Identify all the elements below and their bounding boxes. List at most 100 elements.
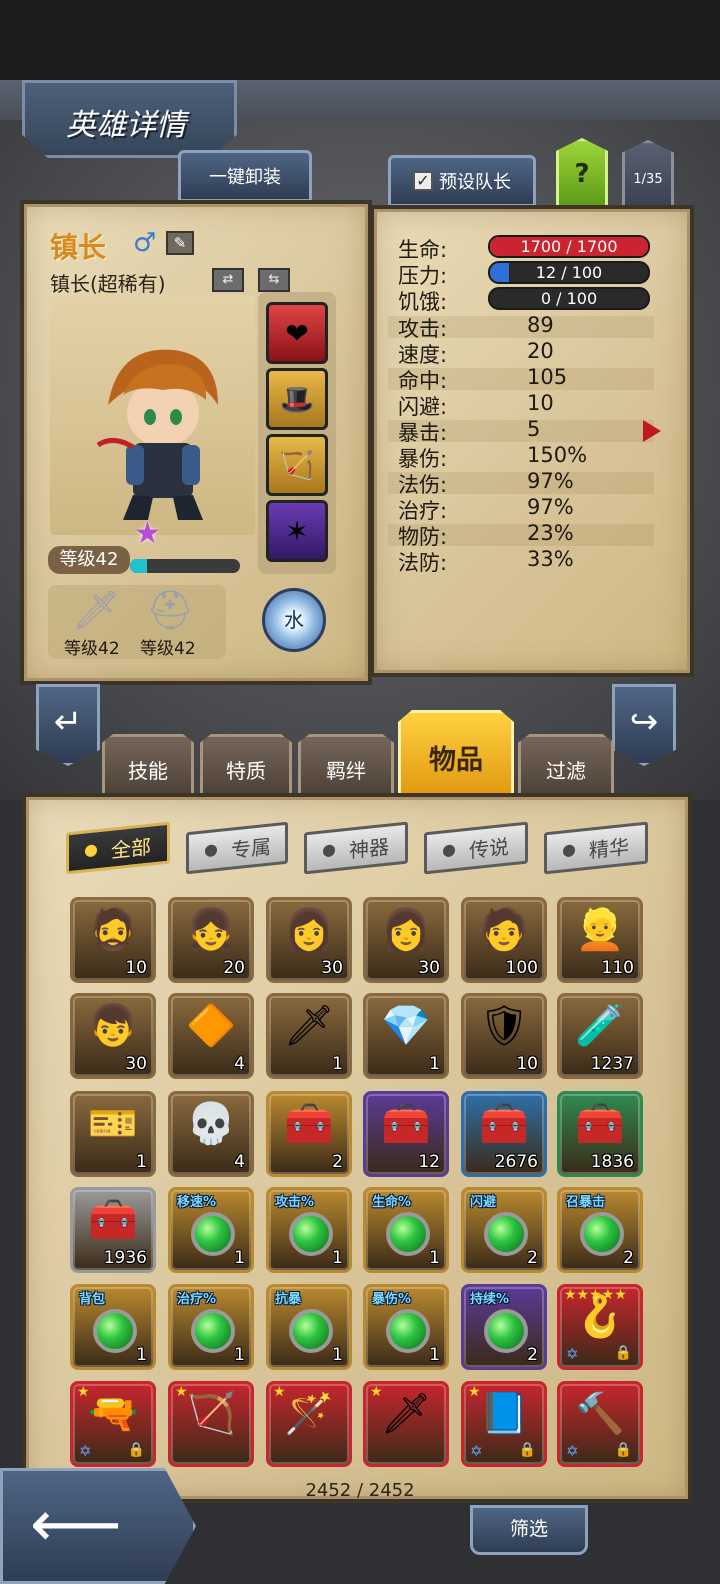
item-cell[interactable]: 🔨 🔒 ✡ <box>557 1381 643 1467</box>
item-tag: 召暴击 <box>566 1195 606 1210</box>
item-cell[interactable]: 🧪 1237 <box>557 993 643 1079</box>
green-gem-icon <box>289 1309 333 1353</box>
lock-icon: 🔒 <box>518 1442 536 1458</box>
item-cell[interactable]: 👩 30 <box>266 897 352 983</box>
item-icon: 🧰 <box>479 1101 529 1147</box>
item-count: 1 <box>234 1248 245 1268</box>
green-gem-icon <box>484 1309 528 1353</box>
tab-items[interactable]: 物品 <box>398 710 514 796</box>
filter-button[interactable]: 筛选 <box>470 1505 588 1555</box>
item-icon: 👧 <box>186 907 236 953</box>
item-cell[interactable]: 🛡 10 <box>461 993 547 1079</box>
item-cell[interactable]: 💎 1 <box>363 993 449 1079</box>
heart-icon: ❤ <box>285 316 309 350</box>
skill-slot-hat[interactable]: 🎩 <box>266 368 328 430</box>
item-cell[interactable]: 闪避 2 <box>461 1187 547 1273</box>
stat-accuracy-value: 105 <box>527 365 568 389</box>
item-cell[interactable]: 👱 110 <box>557 897 643 983</box>
stat-heal-label: 治疗: <box>398 499 448 523</box>
filter-essence-label: 精华 <box>589 834 629 863</box>
lock-icon: 🔒 <box>614 1442 632 1458</box>
item-count: 1 <box>234 1345 245 1365</box>
star-skill-icon: ✶ <box>285 514 309 548</box>
swap-icon[interactable]: ⇄ <box>212 268 244 292</box>
item-cell[interactable]: 🎫 1 <box>70 1091 156 1177</box>
item-cell[interactable]: 攻击% 1 <box>266 1187 352 1273</box>
item-cell[interactable]: 🧰 1836 <box>557 1091 643 1177</box>
item-cell[interactable]: 👩 30 <box>363 897 449 983</box>
next-page-arrow-icon[interactable] <box>643 420 661 442</box>
preset-captain-toggle[interactable]: ✓ 预设队长 <box>388 155 536 207</box>
checkbox-icon[interactable]: ✓ <box>413 171 433 191</box>
item-cell[interactable]: 👧 20 <box>168 897 254 983</box>
skill-slot-arrow[interactable]: 🏹 <box>266 434 328 496</box>
item-count: 4 <box>234 1152 245 1172</box>
prev-hero-button[interactable]: ↵ <box>36 684 100 766</box>
stat-crit-damage-label: 暴伤: <box>398 447 448 471</box>
next-hero-button[interactable]: ↪ <box>612 684 676 766</box>
item-cell[interactable]: 治疗% 1 <box>168 1284 254 1370</box>
filter-legendary-label: 传说 <box>469 834 509 863</box>
star-of-david-icon: ✡ <box>566 1345 579 1363</box>
hunger-label: 饥饿: <box>398 290 448 314</box>
item-icon: 🎫 <box>88 1101 138 1147</box>
hp-bar: 1700 / 1700 <box>488 235 650 258</box>
item-cell[interactable]: 🧰 12 <box>363 1091 449 1177</box>
skill-slot-star[interactable]: ✶ <box>266 500 328 562</box>
sword-icon[interactable]: 🗡 <box>72 588 120 633</box>
item-tag: 攻击% <box>275 1195 315 1210</box>
tab-skills[interactable]: 技能 <box>102 734 194 796</box>
hp-value: 1700 / 1700 <box>520 237 618 256</box>
skill-slot-heart[interactable]: ❤ <box>266 302 328 364</box>
item-cell[interactable]: 🗡 ★ <box>363 1381 449 1467</box>
stat-heal-value: 97% <box>527 495 574 519</box>
help-button[interactable]: ? <box>556 138 608 210</box>
item-cell[interactable]: 🧰 2 <box>266 1091 352 1177</box>
item-count: 30 <box>321 958 343 978</box>
item-count: 1936 <box>103 1248 147 1268</box>
helmet-icon[interactable]: ⛑ <box>146 588 194 633</box>
item-cell[interactable]: 🧰 1936 <box>70 1187 156 1273</box>
stat-crit-damage-value: 150% <box>527 443 588 467</box>
item-cell[interactable]: 🧔 10 <box>70 897 156 983</box>
item-cell[interactable]: 🧑 100 <box>461 897 547 983</box>
item-cell[interactable]: 🗡 1 <box>266 993 352 1079</box>
item-cell[interactable]: 🏹 ★ <box>168 1381 254 1467</box>
edit-name-icon[interactable]: ✎ <box>166 231 194 255</box>
item-cell[interactable]: 🔶 4 <box>168 993 254 1079</box>
item-cell[interactable]: 持续% 2 <box>461 1284 547 1370</box>
item-cell[interactable]: 🪄 ★ <box>266 1381 352 1467</box>
item-cell[interactable]: 生命% 1 <box>363 1187 449 1273</box>
item-cell[interactable]: 背包 1 <box>70 1284 156 1370</box>
radio-dot-icon <box>85 844 97 858</box>
item-cell[interactable]: 💀 4 <box>168 1091 254 1177</box>
item-count: 1 <box>429 1054 440 1074</box>
lock-icon: 🔒 <box>127 1442 145 1458</box>
item-cell[interactable]: 👦 30 <box>70 993 156 1079</box>
item-tag: 抗暴 <box>275 1292 302 1307</box>
stress-value: 12 / 100 <box>535 263 603 282</box>
item-cell[interactable]: 召暴击 2 <box>557 1187 643 1273</box>
item-cell[interactable]: 暴伤% 1 <box>363 1284 449 1370</box>
stat-attack-value: 89 <box>527 313 554 337</box>
rarity-stars: ★ <box>273 1384 286 1400</box>
item-cell[interactable]: 🔫 ★ 🔒 ✡ <box>70 1381 156 1467</box>
item-cell[interactable]: 🧰 2676 <box>461 1091 547 1177</box>
tab-filter[interactable]: 过滤 <box>518 734 614 796</box>
stat-speed-label: 速度: <box>398 343 448 367</box>
item-count: 2 <box>332 1152 343 1172</box>
tab-bonds[interactable]: 羁绊 <box>298 734 394 796</box>
item-cell[interactable]: 移速% 1 <box>168 1187 254 1273</box>
item-cell[interactable]: 📘 ★ 🔒 ✡ <box>461 1381 547 1467</box>
item-cell[interactable]: 抗暴 1 <box>266 1284 352 1370</box>
rarity-stars: ★ <box>77 1384 90 1400</box>
item-cell[interactable]: 🪝 ★★★★★ 🔒 ✡ <box>557 1284 643 1370</box>
item-count: 110 <box>601 958 634 978</box>
stat-physical-defense-value: 23% <box>527 521 574 545</box>
tab-traits[interactable]: 特质 <box>200 734 292 796</box>
link-icon[interactable]: ⇆ <box>258 268 290 292</box>
rarity-stars: ★ <box>370 1384 383 1400</box>
item-tag: 生命% <box>372 1195 412 1210</box>
unequip-all-button[interactable]: 一键卸装 <box>178 150 312 202</box>
arrow-skill-icon: 🏹 <box>279 448 315 482</box>
